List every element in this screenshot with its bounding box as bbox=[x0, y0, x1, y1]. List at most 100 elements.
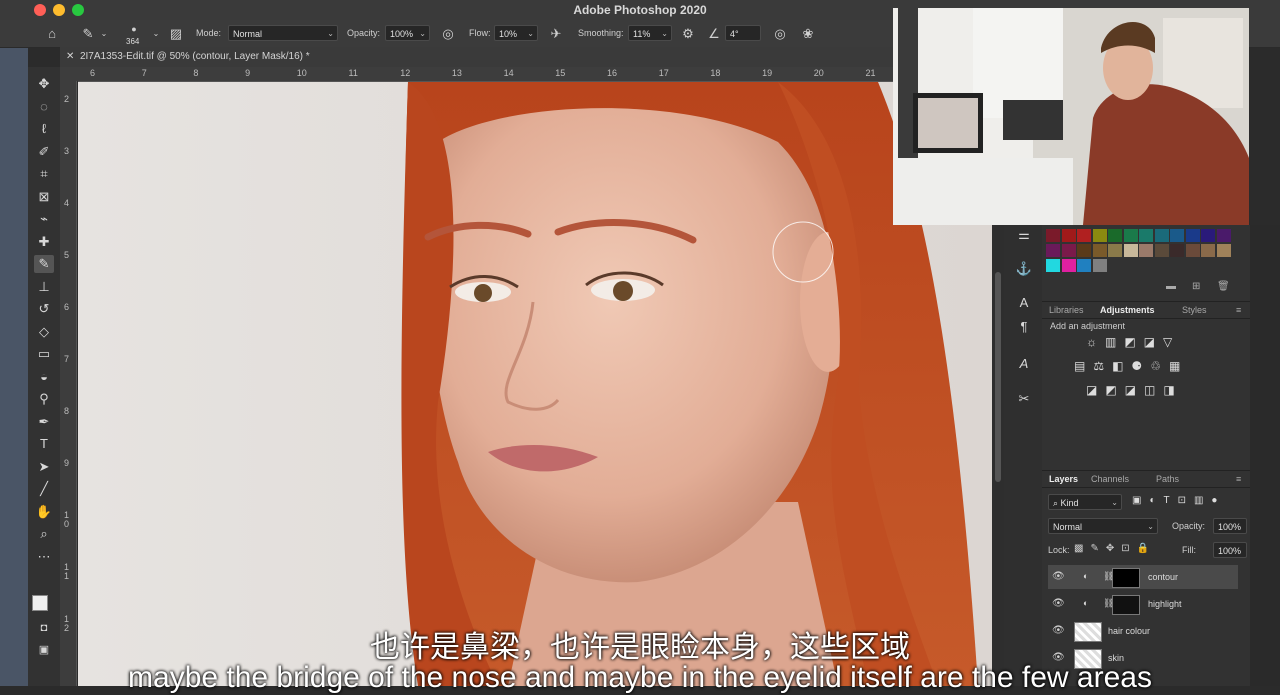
lock-icons[interactable]: ▩✎✥⊡🔒 bbox=[1074, 543, 1156, 554]
dodge-tool-icon[interactable]: ⚲ bbox=[34, 390, 54, 408]
angle-field[interactable]: 4° bbox=[725, 25, 761, 41]
tool-presets-icon[interactable]: ✂ bbox=[1014, 390, 1034, 408]
flow-field[interactable]: 10% ⌄ bbox=[494, 25, 538, 41]
layer-opacity-field[interactable]: 100% bbox=[1213, 518, 1247, 534]
blur-tool-icon[interactable]: ◒ bbox=[34, 368, 54, 386]
tab-adjustments[interactable]: Adjustments bbox=[1100, 305, 1155, 315]
home-icon[interactable]: ⌂ bbox=[44, 26, 60, 42]
color-swatch[interactable] bbox=[1061, 229, 1076, 242]
tab-channels[interactable]: Channels bbox=[1091, 474, 1129, 484]
adjustment-icons-row-3[interactable]: ◪◩◪◫◨ bbox=[1086, 383, 1183, 397]
folder-icon[interactable]: ▬ bbox=[1166, 281, 1176, 292]
clone-stamp-tool-icon[interactable]: ⊥ bbox=[34, 278, 54, 296]
color-swatch[interactable] bbox=[1185, 229, 1200, 242]
hand-tool-icon[interactable]: ✋ bbox=[34, 503, 54, 521]
character-icon[interactable]: A bbox=[1014, 294, 1034, 312]
fill-field[interactable]: 100% bbox=[1213, 542, 1247, 558]
color-swatch[interactable] bbox=[1201, 244, 1215, 257]
tab-paths[interactable]: Paths bbox=[1156, 474, 1179, 484]
scrollbar-thumb[interactable] bbox=[995, 272, 1001, 482]
color-swatch[interactable] bbox=[1077, 259, 1091, 272]
foreground-color-swatch[interactable] bbox=[32, 595, 48, 611]
color-swatch[interactable] bbox=[1046, 259, 1060, 272]
adjustment-icons-row-1[interactable]: ☼▥◩◪▽ bbox=[1086, 335, 1180, 349]
color-swatch[interactable] bbox=[1108, 244, 1122, 257]
trash-icon[interactable]: 🗑 bbox=[1217, 281, 1230, 292]
gradient-tool-icon[interactable]: ▭ bbox=[34, 345, 54, 363]
blend-mode-select[interactable]: Normal ⌄ bbox=[1048, 518, 1158, 534]
pen-tool-icon[interactable]: ✒ bbox=[34, 413, 54, 431]
new-swatch-icon[interactable]: ⊞ bbox=[1192, 281, 1200, 292]
healing-brush-tool-icon[interactable]: ✚ bbox=[34, 233, 54, 251]
brush-tip-icon[interactable]: ● bbox=[126, 21, 142, 37]
pressure-size-icon[interactable]: ◎ bbox=[772, 26, 788, 42]
eyedropper-tool-icon[interactable]: ⌁ bbox=[34, 210, 54, 228]
color-swatch[interactable] bbox=[1139, 229, 1153, 242]
marquee-tool-icon[interactable]: ◌ bbox=[34, 98, 54, 116]
color-swatch[interactable] bbox=[1185, 244, 1200, 257]
smoothing-field[interactable]: 11% ⌄ bbox=[628, 25, 672, 41]
lasso-tool-icon[interactable]: ℓ bbox=[34, 120, 54, 138]
color-swatch[interactable] bbox=[1092, 229, 1107, 242]
airbrush-icon[interactable]: ✈ bbox=[548, 26, 564, 42]
color-swatch[interactable] bbox=[1123, 229, 1138, 242]
tab-styles[interactable]: Styles bbox=[1182, 305, 1207, 315]
layer-filter-icons[interactable]: ▣◐T⊡▥● bbox=[1132, 495, 1225, 506]
color-swatch[interactable] bbox=[1108, 229, 1122, 242]
brush-preset-icon[interactable]: ✎ bbox=[80, 26, 96, 42]
color-swatch[interactable] bbox=[1154, 229, 1169, 242]
color-swatch[interactable] bbox=[1092, 244, 1107, 257]
color-swatch[interactable] bbox=[1170, 229, 1184, 242]
tab-layers[interactable]: Layers bbox=[1049, 474, 1078, 484]
quick-select-tool-icon[interactable]: ✐ bbox=[34, 143, 54, 161]
kind-filter[interactable]: ⌕ Kind ⌄ bbox=[1048, 494, 1122, 510]
opacity-field[interactable]: 100% ⌄ bbox=[385, 25, 430, 41]
document-tab[interactable]: ✕ 2I7A1353-Edit.tif @ 50% (contour, Laye… bbox=[66, 47, 310, 67]
color-swatch[interactable] bbox=[1154, 244, 1169, 257]
chevron-down-icon[interactable]: ⌄ bbox=[96, 26, 112, 42]
close-tab-icon[interactable]: ✕ bbox=[66, 51, 74, 62]
color-swatch[interactable] bbox=[1046, 244, 1060, 257]
panel-menu-icon[interactable]: ≡ bbox=[1236, 305, 1241, 315]
brush-tool-icon[interactable]: ✎ bbox=[34, 255, 54, 273]
history-brush-tool-icon[interactable]: ↺ bbox=[34, 300, 54, 318]
layer-row-highlight[interactable]: 👁 ◐ ⛓ highlight bbox=[1048, 592, 1238, 616]
color-swatch[interactable] bbox=[1077, 244, 1091, 257]
properties-icon[interactable]: ⚌ bbox=[1014, 226, 1034, 244]
tab-libraries[interactable]: Libraries bbox=[1049, 305, 1084, 315]
mode-select[interactable]: Normal ⌄ bbox=[228, 25, 338, 41]
eraser-tool-icon[interactable]: ◇ bbox=[34, 323, 54, 341]
color-swatch[interactable] bbox=[1061, 259, 1076, 272]
crop-tool-icon[interactable]: ⌗ bbox=[34, 165, 54, 183]
glyphs-icon[interactable]: A bbox=[1014, 355, 1034, 373]
color-swatch[interactable] bbox=[1046, 229, 1060, 242]
color-swatch[interactable] bbox=[1216, 229, 1231, 242]
path-select-tool-icon[interactable]: ➤ bbox=[34, 458, 54, 476]
document-canvas[interactable] bbox=[78, 82, 992, 686]
brush-settings-icon[interactable]: ▨ bbox=[168, 26, 184, 42]
more-tools-icon[interactable]: ⋯ bbox=[34, 548, 54, 566]
color-swatch[interactable] bbox=[1077, 229, 1091, 242]
frame-tool-icon[interactable]: ⊠ bbox=[34, 188, 54, 206]
paragraph-icon[interactable]: ¶ bbox=[1014, 318, 1034, 336]
pressure-opacity-icon[interactable]: ◎ bbox=[440, 26, 456, 42]
layer-mask-thumbnail[interactable] bbox=[1112, 595, 1140, 615]
layer-row-contour[interactable]: 👁 ◐ ⛓ contour bbox=[1048, 565, 1238, 589]
adjustment-icons-row-2[interactable]: ▤⚖◧⚈♲▦ bbox=[1074, 359, 1188, 373]
color-swatch[interactable] bbox=[1092, 259, 1107, 272]
eye-icon[interactable]: 👁 bbox=[1052, 598, 1065, 609]
symmetry-icon[interactable]: ❀ bbox=[800, 26, 816, 42]
gear-icon[interactable]: ⚙ bbox=[680, 26, 696, 42]
color-swatch[interactable] bbox=[1061, 244, 1076, 257]
panel-menu-icon[interactable]: ≡ bbox=[1236, 474, 1241, 484]
move-tool-icon[interactable]: ✥ bbox=[34, 75, 54, 93]
chevron-down-icon[interactable]: ⌄ bbox=[148, 26, 164, 42]
color-swatch[interactable] bbox=[1216, 244, 1231, 257]
type-tool-icon[interactable]: T bbox=[34, 435, 54, 453]
color-swatch[interactable] bbox=[1123, 244, 1138, 257]
color-swatch[interactable] bbox=[1201, 229, 1215, 242]
adjust-layer-icon[interactable]: ⚓ bbox=[1014, 260, 1034, 278]
eye-icon[interactable]: 👁 bbox=[1052, 571, 1065, 582]
line-tool-icon[interactable]: ╱ bbox=[34, 480, 54, 498]
layer-mask-thumbnail[interactable] bbox=[1112, 568, 1140, 588]
